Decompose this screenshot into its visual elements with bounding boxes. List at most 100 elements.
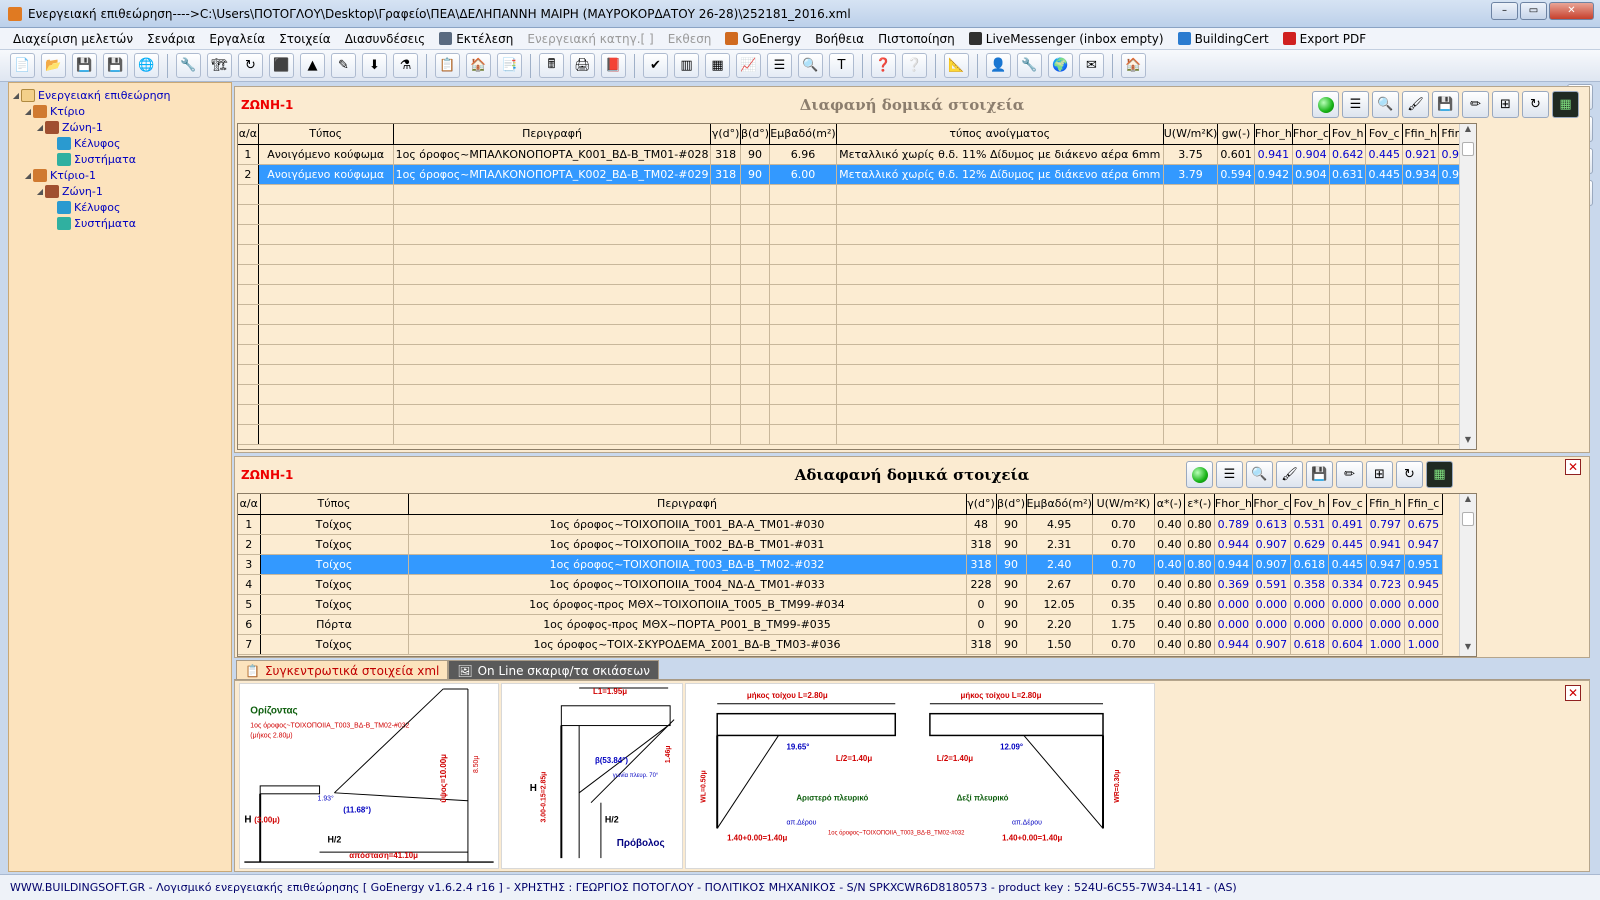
- column-header[interactable]: γ(d°): [710, 124, 741, 145]
- table-cell[interactable]: Ανοιγόμενο κούφωμα: [258, 144, 394, 165]
- table-cell[interactable]: 0.40: [1154, 574, 1185, 595]
- tree-node[interactable]: ◢ Ζώνη-1: [11, 119, 231, 135]
- table-cell[interactable]: 5: [238, 594, 261, 615]
- table-cell[interactable]: 0.70: [1092, 554, 1155, 575]
- table-cell[interactable]: 90: [740, 164, 771, 185]
- toolbar-button-icon[interactable]: 🔧: [1017, 53, 1042, 78]
- menu-item-0[interactable]: Διαχείριση μελετών: [6, 32, 140, 46]
- table-cell[interactable]: 0.358: [1290, 574, 1329, 595]
- table-cell[interactable]: 0.941: [1366, 534, 1405, 555]
- table-cell[interactable]: 0.797: [1366, 514, 1405, 535]
- zoom-icon[interactable]: 🔍: [1246, 461, 1273, 488]
- table-cell[interactable]: 1ος όροφος-προς ΜΘΧ~ΠΟΡΤΑ_Ρ001_Β_ΤΜ99-#0…: [408, 614, 967, 635]
- table-cell[interactable]: Τοίχος: [260, 574, 409, 595]
- scroll-up-icon[interactable]: ▲: [1460, 124, 1476, 138]
- toolbar-button-icon[interactable]: 💾: [103, 53, 128, 78]
- table-cell[interactable]: 0.80: [1184, 554, 1215, 575]
- column-header[interactable]: Fov_c: [1365, 124, 1403, 145]
- list-icon[interactable]: ☰: [1216, 461, 1243, 488]
- table-cell[interactable]: 90: [996, 594, 1027, 615]
- collapse-icon[interactable]: ◢: [35, 123, 45, 132]
- column-header[interactable]: Fhor_c: [1252, 494, 1291, 515]
- table-row[interactable]: 1 Τοίχος 1ος όροφος~ΤΟΙΧΟΠΟΙΙΑ_Τ001_ΒΑ-Α_Τ…: [238, 514, 1443, 535]
- table-cell[interactable]: 0.947: [1404, 534, 1443, 555]
- table-cell[interactable]: 318: [966, 534, 997, 555]
- table-cell[interactable]: 1ος όροφος~ΤΟΙΧΟΠΟΙΙΑ_Τ002_ΒΔ-Β_ΤΜ01-#03…: [408, 534, 967, 555]
- green-dot-icon[interactable]: [1186, 461, 1213, 488]
- table-cell[interactable]: 0.000: [1290, 594, 1329, 615]
- table-cell[interactable]: 0.000: [1366, 594, 1405, 615]
- tree-node[interactable]: ◢ Κτίριο-1: [11, 167, 231, 183]
- menu-item-3[interactable]: Στοιχεία: [272, 32, 338, 46]
- minimize-button[interactable]: –: [1491, 2, 1518, 20]
- column-header[interactable]: Fov_c: [1328, 494, 1367, 515]
- table-cell[interactable]: 7: [238, 634, 261, 655]
- tree-node[interactable]: Κέλυφος: [11, 199, 231, 215]
- table-cell[interactable]: 2: [238, 164, 259, 185]
- table-cell[interactable]: 0.591: [1252, 574, 1291, 595]
- table-cell[interactable]: 90: [996, 554, 1027, 575]
- column-header[interactable]: Εμβαδό(m²): [769, 124, 837, 145]
- scroll-thumb[interactable]: [1462, 142, 1474, 156]
- toolbar-button-icon[interactable]: ▲: [300, 53, 325, 78]
- scroll-down-icon[interactable]: ▼: [1460, 642, 1476, 656]
- toolbar-button-icon[interactable]: ⚗: [393, 53, 418, 78]
- toolbar-button-icon[interactable]: ✔: [643, 53, 668, 78]
- table-cell[interactable]: 1.000: [1366, 634, 1405, 655]
- collapse-icon[interactable]: ◢: [11, 91, 21, 100]
- menu-item-11[interactable]: LiveMessenger (inbox empty): [962, 32, 1171, 46]
- menu-item-5[interactable]: Εκτέλεση: [432, 32, 520, 46]
- table-cell[interactable]: 0.70: [1092, 514, 1155, 535]
- table-cell[interactable]: 0.631: [1329, 164, 1367, 185]
- table-cell[interactable]: 0.000: [1366, 614, 1405, 635]
- table-cell[interactable]: 3: [238, 554, 261, 575]
- table-cell[interactable]: 0.613: [1252, 514, 1291, 535]
- calc-icon[interactable]: ▦: [1552, 91, 1579, 118]
- close-sketch-icon[interactable]: ✕: [1565, 685, 1581, 701]
- toolbar-button-icon[interactable]: 📑: [497, 53, 522, 78]
- toolbar-button-icon[interactable]: ❓: [871, 53, 896, 78]
- column-header[interactable]: Fhor_h: [1254, 124, 1293, 145]
- table-cell[interactable]: 4: [238, 574, 261, 595]
- table-cell[interactable]: 0.789: [1214, 514, 1253, 535]
- table-cell[interactable]: 0.40: [1154, 614, 1185, 635]
- toolbar-button-icon[interactable]: 📐: [944, 53, 969, 78]
- table-cell[interactable]: 90: [996, 634, 1027, 655]
- table-cell[interactable]: 4.95: [1026, 514, 1093, 535]
- paint-icon[interactable]: 🖌: [1402, 91, 1429, 118]
- column-header[interactable]: Fhor_c: [1292, 124, 1330, 145]
- table-cell[interactable]: 318: [966, 554, 997, 575]
- column-header[interactable]: β(d°): [996, 494, 1027, 515]
- refresh-icon[interactable]: ↻: [1522, 91, 1549, 118]
- tree-node[interactable]: Συστήματα: [11, 215, 231, 231]
- table-cell[interactable]: 0.921: [1402, 144, 1440, 165]
- table-cell[interactable]: 0.594: [1217, 164, 1255, 185]
- table-cell[interactable]: 2.40: [1026, 554, 1093, 575]
- table-cell[interactable]: 0.947: [1366, 554, 1405, 575]
- table-cell[interactable]: 1: [238, 144, 259, 165]
- table-row[interactable]: 2 Ανοιγόμενο κούφωμα 1ος όροφος~ΜΠΑΛΚΟΝΟΠΟ…: [238, 164, 1476, 185]
- menu-item-10[interactable]: Πιστοποίηση: [871, 32, 962, 46]
- toolbar-button-icon[interactable]: 📈: [736, 53, 761, 78]
- toolbar-button-icon[interactable]: 🌐: [134, 53, 159, 78]
- table-cell[interactable]: 0.000: [1328, 614, 1367, 635]
- table-cell[interactable]: 0.000: [1290, 614, 1329, 635]
- table-cell[interactable]: 0.907: [1252, 534, 1291, 555]
- table-cell[interactable]: 0.000: [1252, 594, 1291, 615]
- column-header[interactable]: U(W/m²K): [1163, 124, 1219, 145]
- table-cell[interactable]: 0.601: [1217, 144, 1255, 165]
- table-cell[interactable]: 90: [740, 144, 771, 165]
- toolbar-button-icon[interactable]: ▥: [674, 53, 699, 78]
- table-cell[interactable]: 1ος όροφος-προς ΜΘΧ~ΤΟΙΧΟΠΟΙΙΑ_Τ005_Β_ΤΜ…: [408, 594, 967, 615]
- table-cell[interactable]: 0.642: [1329, 144, 1367, 165]
- menu-item-13[interactable]: Export PDF: [1276, 32, 1373, 46]
- table-cell[interactable]: 0.80: [1184, 614, 1215, 635]
- table-cell[interactable]: 318: [966, 634, 997, 655]
- column-header[interactable]: Fov_h: [1329, 124, 1367, 145]
- column-header[interactable]: gw(-): [1217, 124, 1255, 145]
- table-cell[interactable]: 90: [996, 534, 1027, 555]
- toolbar-button-icon[interactable]: ✉: [1079, 53, 1104, 78]
- collapse-icon[interactable]: ◢: [23, 171, 33, 180]
- toolbar-button-icon[interactable]: 🔍: [798, 53, 823, 78]
- save-icon[interactable]: 💾: [1432, 91, 1459, 118]
